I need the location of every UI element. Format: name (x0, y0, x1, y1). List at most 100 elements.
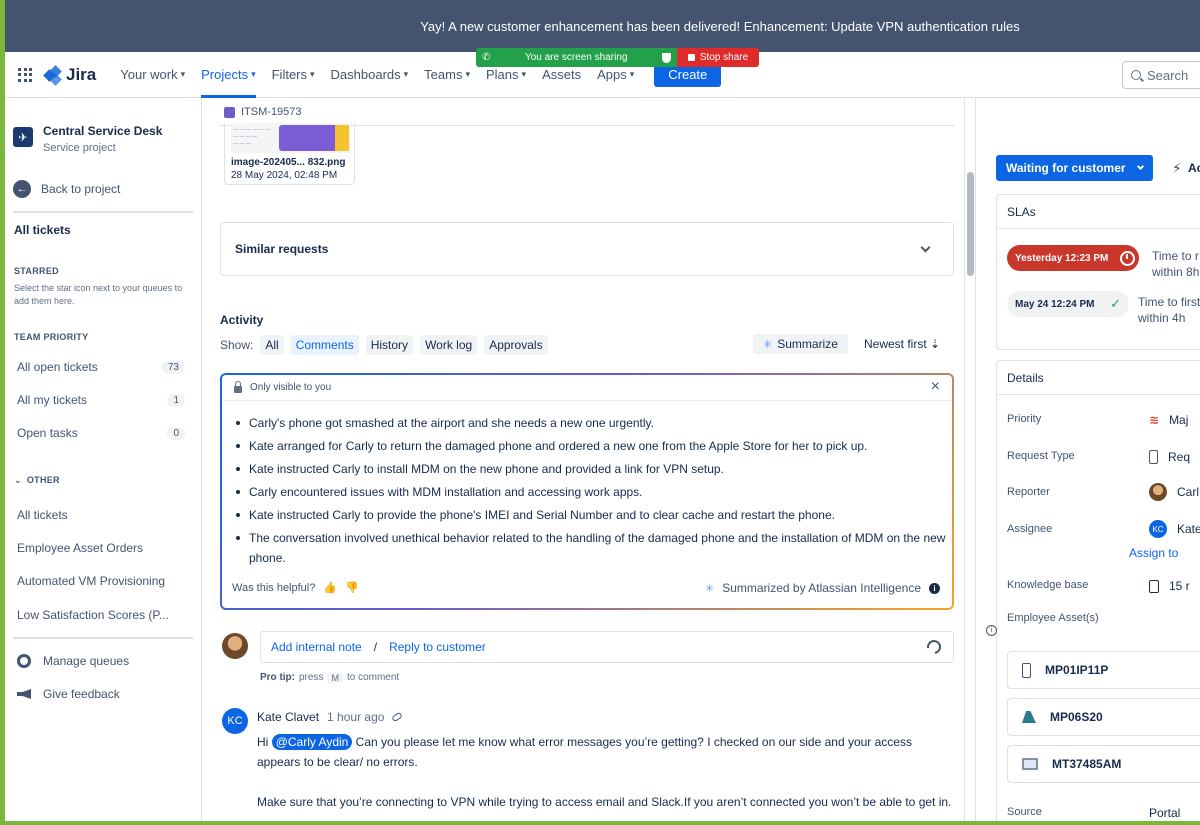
megaphone-icon (17, 689, 31, 699)
thumbs-up-icon[interactable]: 👍 (323, 581, 337, 594)
ai-summary-visibility: Only visible to you (234, 380, 331, 393)
sidebar-item-all-my-tickets[interactable]: All my tickets 1 (17, 393, 185, 407)
chevron-down-icon: ▾ (629, 69, 635, 79)
attachment-date: 28 May 2024, 02:48 PM (231, 170, 338, 181)
assignee-value[interactable]: KC Kate (1149, 520, 1200, 538)
list-item: Carly's phone got smashed at the airport… (236, 413, 946, 433)
thumbs-down-icon[interactable]: 👎 (345, 581, 359, 594)
main-scrollbar[interactable] (964, 98, 976, 825)
knowledge-base-value[interactable]: 15 r (1149, 579, 1190, 593)
avatar (1149, 483, 1167, 501)
screen-share-indicator: ✆ You are screen sharing Stop share (476, 48, 759, 67)
sidebar-item-employee-asset-orders[interactable]: Employee Asset Orders (17, 541, 185, 555)
asset-item[interactable]: MP01IP11P (1007, 651, 1200, 689)
back-to-project-label: Back to project (41, 182, 121, 196)
app-switcher-icon[interactable] (18, 67, 32, 82)
reporter-value[interactable]: Carl (1149, 483, 1199, 501)
attachment-card[interactable]: — — — — — — — — — — — — — image-202405... … (224, 123, 355, 185)
assign-to-me-link[interactable]: Assign to (1129, 546, 1178, 560)
manage-queues-link[interactable]: Manage queues (17, 654, 129, 668)
search-icon (1131, 70, 1141, 80)
queue-count: 1 (167, 393, 185, 407)
comment-time: 1 hour ago (327, 710, 385, 724)
lightning-icon[interactable]: ⚡ (1172, 160, 1182, 177)
asset-item[interactable]: MP06S20 (1007, 698, 1200, 736)
chevron-down-icon: ▾ (310, 69, 315, 79)
starred-heading: STARRED (14, 266, 59, 276)
attachment-thumbnail: — — — — — — — — — — — — — (231, 123, 351, 153)
issue-main-panel: ITSM-19573 — — — — — — — — — — — — — image… (202, 98, 964, 825)
monitor-icon (1022, 758, 1038, 770)
chevron-down-icon: ▾ (403, 69, 409, 79)
priority-value[interactable]: ≋ Maj (1149, 413, 1188, 427)
user-mention[interactable]: @Carly Aydin (271, 734, 353, 750)
sidebar-item-low-satisfaction-scores[interactable]: Low Satisfaction Scores (P... (17, 608, 185, 622)
gear-icon (17, 654, 31, 668)
close-icon[interactable]: × (931, 378, 940, 396)
comment-body: Hi @Carly Aydin Can you please let me kn… (257, 734, 952, 809)
pro-tip: Pro tip: press M to comment (260, 672, 400, 683)
link-icon[interactable] (391, 711, 404, 723)
project-header[interactable]: ✈ Central Service Desk Service project (13, 124, 162, 154)
sidebar-item-all-tickets[interactable]: All tickets (14, 223, 71, 237)
nav-teams[interactable]: Teams ▾ (424, 52, 470, 98)
info-icon[interactable]: i (929, 582, 940, 594)
actions-button[interactable]: Ac (1188, 161, 1200, 175)
sparkle-icon: ✳ (705, 582, 715, 595)
paperclip-icon[interactable] (924, 637, 944, 657)
chevron-down-icon: ▾ (180, 69, 186, 79)
comment-header: Kate Clavet 1 hour ago (257, 710, 404, 724)
filter-approvals[interactable]: Approvals (484, 335, 548, 355)
sidebar-divider (13, 211, 193, 213)
status-dropdown[interactable]: Waiting for customer (996, 155, 1153, 181)
add-internal-note-link[interactable]: Add internal note (271, 640, 362, 654)
nav-projects[interactable]: Projects ▾ (201, 52, 256, 98)
reply-to-customer-link[interactable]: Reply to customer (389, 640, 486, 654)
stop-share-button[interactable]: Stop share (677, 48, 759, 67)
avatar (222, 633, 248, 659)
jira-logo[interactable]: Jira (43, 65, 96, 86)
project-name: Central Service Desk (43, 124, 163, 138)
shield-icon (662, 52, 671, 63)
issue-key: ITSM-19573 (241, 106, 302, 118)
search-input[interactable]: Search (1122, 61, 1200, 89)
sla-badge-met: May 24 12:24 PM ✓ (1007, 291, 1129, 317)
comment-composer[interactable]: Add internal note / Reply to customer (260, 631, 954, 663)
lock-icon (234, 380, 242, 393)
mobile-phone-icon (1149, 450, 1158, 464)
nav-filters[interactable]: Filters ▾ (272, 52, 315, 98)
back-to-project-link[interactable]: ← Back to project (13, 180, 120, 198)
sidebar-item-automated-vm-provisioning[interactable]: Automated VM Provisioning (17, 574, 185, 588)
project-type: Service project (43, 142, 116, 154)
summarize-button[interactable]: ✳ Summarize (753, 334, 848, 354)
filter-work-log[interactable]: Work log (420, 335, 478, 355)
avatar: KC (1149, 520, 1167, 538)
filter-all[interactable]: All (260, 335, 284, 355)
sparkle-icon: ✳ (763, 338, 773, 351)
other-heading[interactable]: ⌄ OTHER (14, 475, 60, 486)
info-icon[interactable]: i (986, 625, 997, 636)
issue-breadcrumb[interactable]: ITSM-19573 (224, 106, 302, 118)
sort-order-button[interactable]: Newest first ⇣ (864, 337, 940, 351)
chevron-down-icon: ▾ (465, 69, 470, 79)
sidebar-item-open-tasks[interactable]: Open tasks 0 (17, 426, 185, 440)
sidebar-item-all-open-tickets[interactable]: All open tickets 73 (17, 360, 185, 374)
screen-share-frame-bottom (0, 821, 1200, 825)
filter-comments[interactable]: Comments (290, 335, 359, 355)
scrollbar-thumb[interactable] (967, 172, 974, 276)
similar-requests-panel[interactable]: Similar requests (220, 222, 954, 276)
comment-author[interactable]: Kate Clavet (257, 710, 319, 724)
checkmark-icon: ✓ (1110, 296, 1121, 311)
source-value: Portal (1149, 806, 1181, 820)
nav-your-work[interactable]: Your work ▾ (120, 52, 185, 98)
request-type-value[interactable]: Req (1149, 450, 1190, 464)
give-feedback-link[interactable]: Give feedback (17, 687, 120, 701)
filter-history[interactable]: History (365, 335, 414, 355)
chevron-down-icon (920, 242, 931, 252)
asset-item[interactable]: MT37485AM (1007, 745, 1200, 783)
sidebar-item-all-tickets-other[interactable]: All tickets (17, 508, 185, 522)
list-item: Kate arranged for Carly to return the da… (236, 436, 946, 456)
nav-dashboards[interactable]: Dashboards ▾ (331, 52, 409, 98)
screen-share-frame-left (0, 0, 5, 825)
details-card: Details Priority ≋ Maj Request Type Req R… (996, 360, 1200, 825)
